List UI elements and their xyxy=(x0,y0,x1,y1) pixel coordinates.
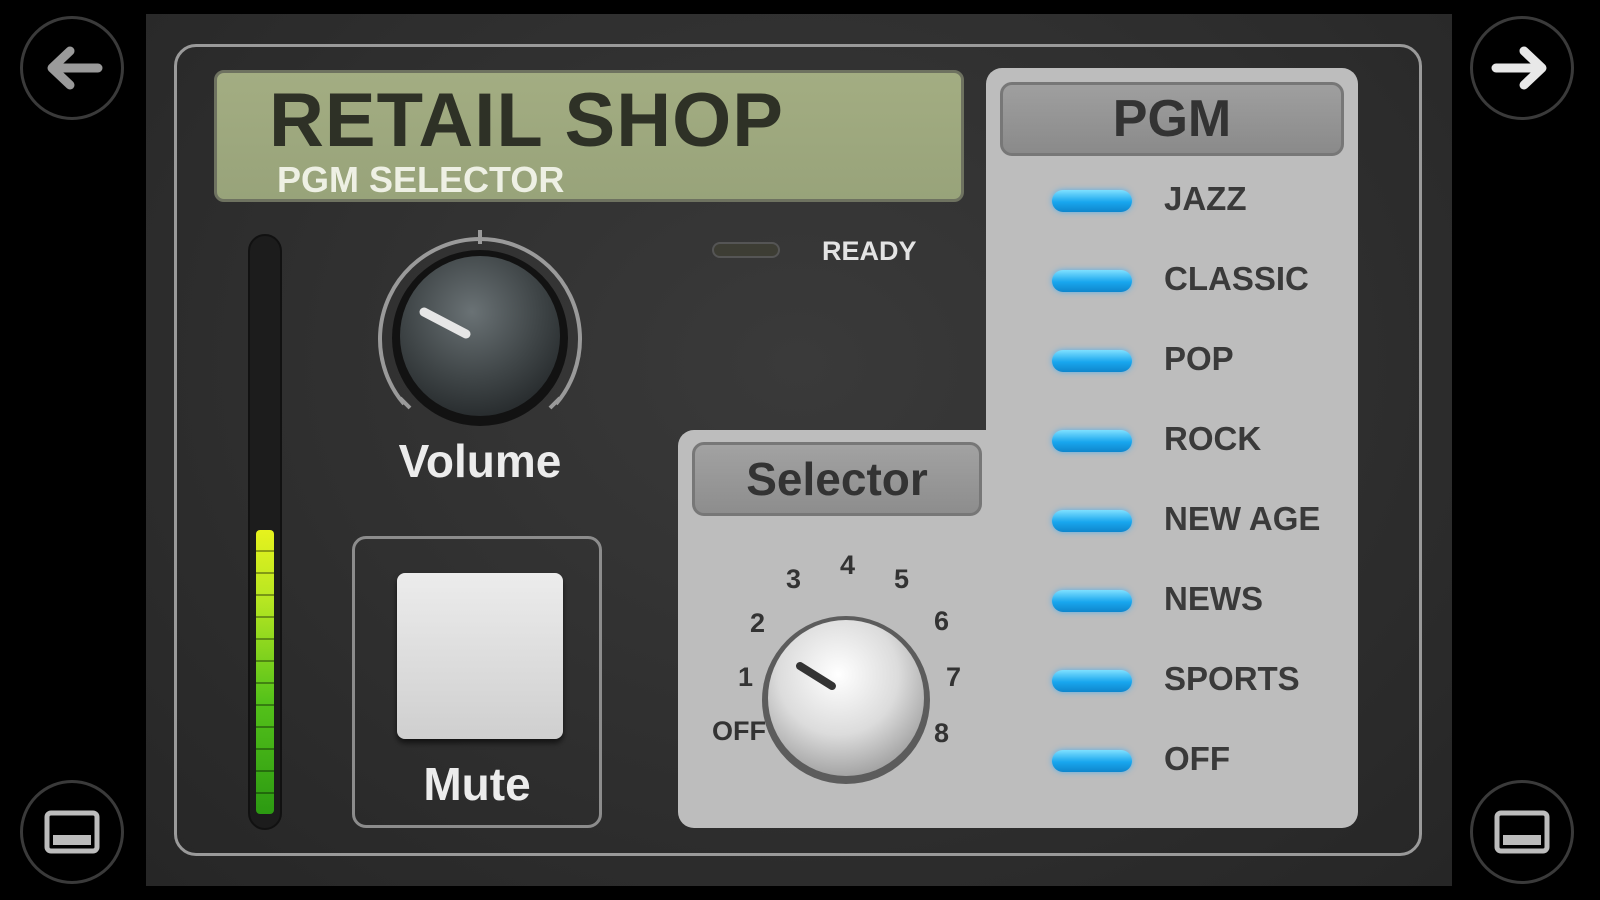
pgm-item-rock[interactable]: ROCK xyxy=(1052,416,1352,466)
mute-button[interactable] xyxy=(397,573,563,739)
pgm-item-news[interactable]: NEWS xyxy=(1052,576,1352,626)
pgm-item-label: POP xyxy=(1164,340,1234,377)
volume-knob[interactable] xyxy=(374,228,586,428)
forward-button[interactable] xyxy=(1470,16,1574,120)
window-icon xyxy=(1494,810,1550,854)
window-toggle-right-button[interactable] xyxy=(1470,780,1574,884)
pgm-led xyxy=(1052,350,1132,372)
level-meter xyxy=(248,234,282,830)
pgm-item-sports[interactable]: SPORTS xyxy=(1052,656,1352,706)
pgm-item-label: CLASSIC xyxy=(1164,260,1309,297)
pgm-led xyxy=(1052,590,1132,612)
back-button[interactable] xyxy=(20,16,124,120)
ready-label: READY xyxy=(822,236,917,266)
display-subtitle: PGM SELECTOR xyxy=(277,159,565,200)
pgm-item-label: SPORTS xyxy=(1164,660,1300,697)
pgm-item-label: OFF xyxy=(1164,740,1230,777)
pgm-item-label: ROCK xyxy=(1164,420,1262,457)
pgm-led xyxy=(1052,430,1132,452)
pgm-led xyxy=(1052,270,1132,292)
pgm-led xyxy=(1052,750,1132,772)
selector-position-label: OFF xyxy=(712,716,766,746)
level-meter-fill xyxy=(256,530,274,814)
selector-position-label: 6 xyxy=(934,606,950,636)
pgm-led xyxy=(1052,190,1132,212)
mute-label: Mute xyxy=(423,758,531,810)
selector-position-label: 1 xyxy=(738,662,754,692)
pgm-item-off[interactable]: OFF xyxy=(1052,736,1352,786)
control-panel: RETAIL SHOP PGM SELECTOR READY Volume Mu… xyxy=(146,14,1452,886)
pgm-led xyxy=(1052,670,1132,692)
pgm-header: PGM xyxy=(1000,82,1344,156)
selector-header: Selector xyxy=(692,442,982,516)
display-title: RETAIL SHOP xyxy=(269,78,784,163)
arrow-left-icon xyxy=(47,46,103,90)
volume-label: Volume xyxy=(398,435,562,487)
pgm-item-label: JAZZ xyxy=(1164,180,1247,217)
selector-position-label: 4 xyxy=(840,550,856,580)
selector-position-label: 5 xyxy=(894,564,910,594)
arrow-right-icon xyxy=(1491,46,1547,90)
lcd-display: RETAIL SHOP PGM SELECTOR xyxy=(214,70,964,202)
pgm-item-classic[interactable]: CLASSIC xyxy=(1052,256,1352,306)
pgm-item-label: NEWS xyxy=(1164,580,1263,617)
selector-position-label: 8 xyxy=(934,718,950,748)
selector-position-label: 7 xyxy=(946,662,962,692)
selector-position-label: 3 xyxy=(786,564,802,594)
mute-group: Mute xyxy=(352,536,602,828)
pgm-item-label: NEW AGE xyxy=(1164,500,1321,537)
selector-knob[interactable] xyxy=(758,610,934,786)
pgm-item-jazz[interactable]: JAZZ xyxy=(1052,176,1352,226)
pgm-item-pop[interactable]: POP xyxy=(1052,336,1352,386)
window-icon xyxy=(44,810,100,854)
ready-indicator-led xyxy=(712,242,780,258)
pgm-item-new-age[interactable]: NEW AGE xyxy=(1052,496,1352,546)
selector-position-label: 2 xyxy=(750,608,766,638)
pgm-led xyxy=(1052,510,1132,532)
window-toggle-left-button[interactable] xyxy=(20,780,124,884)
